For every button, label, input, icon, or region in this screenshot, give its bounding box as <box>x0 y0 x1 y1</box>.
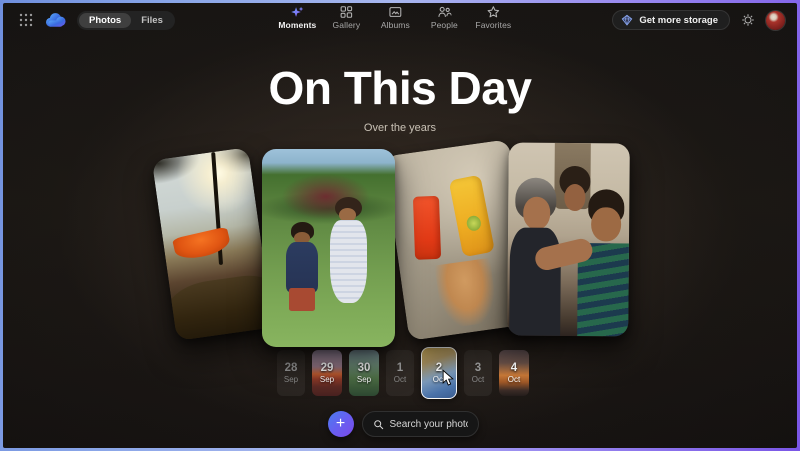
tab-moments[interactable]: Moments <box>279 5 315 30</box>
search-input[interactable] <box>390 419 468 430</box>
settings-gear-icon[interactable] <box>741 13 755 27</box>
star-icon <box>486 5 500 19</box>
photo-strip <box>3 141 797 353</box>
kid-face-shape <box>564 183 586 210</box>
date-day: 4 <box>511 362 517 374</box>
date-tile-2-oct[interactable]: 2 Oct <box>421 347 457 399</box>
hammock-photo[interactable] <box>152 147 273 341</box>
page-subtitle: Over the years <box>3 122 797 134</box>
date-month: Oct <box>472 375 484 384</box>
tab-gallery-label: Gallery <box>333 20 361 30</box>
date-tile-30-sep[interactable]: 30 Sep <box>349 350 379 396</box>
storage-button-label: Get more storage <box>639 15 718 26</box>
date-day: 2 <box>436 362 442 374</box>
kids-peace-photo[interactable] <box>262 149 395 347</box>
date-tile-28-sep[interactable]: 28 Sep <box>277 350 305 396</box>
search-bar[interactable] <box>362 411 479 437</box>
search-icon <box>373 419 384 430</box>
gallery-grid-icon <box>339 5 353 19</box>
tab-albums-label: Albums <box>381 20 410 30</box>
get-more-storage-button[interactable]: Get more storage <box>612 10 730 30</box>
tab-favorites[interactable]: Favorites <box>475 5 511 30</box>
boy2-face-shape <box>591 207 620 242</box>
date-month: Oct <box>508 375 520 384</box>
topbar-left: Photos Files <box>19 3 175 37</box>
search-row: + <box>3 409 797 439</box>
gradient-frame: Photos Files Moments <box>0 0 800 451</box>
app-launcher-icon[interactable] <box>19 13 33 27</box>
add-button[interactable]: + <box>328 411 354 437</box>
rock-shape <box>164 272 273 341</box>
photos-files-toggle: Photos Files <box>77 11 175 30</box>
date-month: Oct <box>394 375 406 384</box>
top-bar: Photos Files Moments <box>3 3 797 37</box>
tab-albums[interactable]: Albums <box>377 5 413 30</box>
tab-people[interactable]: People <box>426 5 462 30</box>
mom-face-shape <box>523 197 551 230</box>
date-day: 29 <box>321 362 334 374</box>
tab-moments-label: Moments <box>278 20 316 30</box>
onedrive-cloud-icon[interactable] <box>42 11 68 29</box>
girl-dress-shape <box>330 220 367 303</box>
page-title: On This Day <box>3 61 797 115</box>
user-avatar[interactable] <box>766 11 785 30</box>
date-tile-4-oct[interactable]: 4 Oct <box>499 350 529 396</box>
date-selector: 28 Sep 29 Sep 30 Sep 1 Oct 2 Oct <box>3 345 797 401</box>
main-tabs: Moments Gallery <box>279 5 511 30</box>
date-month: Sep <box>357 375 371 384</box>
sparkles-icon <box>290 5 304 19</box>
date-day: 28 <box>285 362 298 374</box>
toggle-photos[interactable]: Photos <box>79 13 131 28</box>
people-icon <box>437 5 451 19</box>
red-popsicle-shape <box>413 195 442 259</box>
family-selfie-photo[interactable] <box>507 142 630 336</box>
date-month: Sep <box>284 375 298 384</box>
date-tile-29-sep[interactable]: 29 Sep <box>312 350 342 396</box>
toggle-files[interactable]: Files <box>131 13 173 28</box>
date-month: Sep <box>320 375 334 384</box>
topbar-right: Get more storage <box>612 3 785 37</box>
date-day: 3 <box>475 362 481 374</box>
tab-people-label: People <box>431 20 458 30</box>
date-month: Oct <box>433 375 445 384</box>
date-day: 30 <box>358 362 371 374</box>
album-frame-icon <box>388 5 402 19</box>
date-day: 1 <box>397 362 403 374</box>
onedrive-photos-app: Photos Files Moments <box>3 3 797 448</box>
hammock-shape <box>172 227 232 263</box>
boy-shirt-shape <box>286 242 318 292</box>
diamond-icon <box>621 14 633 26</box>
tab-favorites-label: Favorites <box>475 20 511 30</box>
mom-top-shape <box>510 227 562 336</box>
boy-shorts-shape <box>289 288 316 312</box>
date-tile-3-oct[interactable]: 3 Oct <box>464 350 492 396</box>
date-tile-1-oct[interactable]: 1 Oct <box>386 350 414 396</box>
tab-gallery[interactable]: Gallery <box>328 5 364 30</box>
hands-shape <box>435 258 499 328</box>
